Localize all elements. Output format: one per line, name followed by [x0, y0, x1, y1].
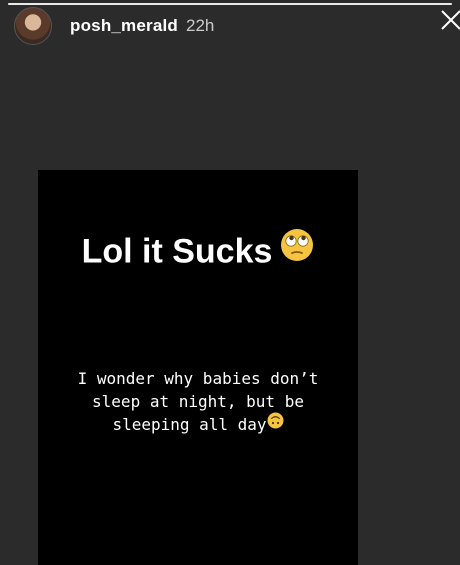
story-viewer: posh_merald 22h Lol it Sucks I wonder wh… — [0, 0, 460, 565]
username[interactable]: posh_merald — [70, 16, 178, 36]
story-body-text: I wonder why babies don’t sleep at night… — [38, 367, 358, 437]
story-progress-fill — [8, 3, 452, 5]
story-progress-bar — [8, 3, 452, 5]
timestamp: 22h — [186, 16, 215, 35]
close-icon — [441, 10, 460, 30]
story-headline: Lol it Sucks — [38, 229, 358, 275]
avatar[interactable] — [14, 7, 52, 45]
story-header: posh_merald 22h — [14, 6, 214, 46]
story-card: Lol it Sucks I wonder why babies don’t s… — [38, 170, 358, 565]
upside-down-face-icon — [267, 412, 284, 435]
headline-text: Lol it Sucks — [81, 232, 273, 271]
body-line: sleep at night, but be — [92, 392, 304, 411]
body-line: I wonder why babies don’t — [77, 369, 319, 388]
face-with-rolling-eyes-icon — [280, 228, 314, 271]
body-line-text: sleeping all day — [112, 415, 267, 434]
body-line-last: sleeping all day — [38, 412, 358, 437]
close-button[interactable] — [440, 8, 460, 32]
